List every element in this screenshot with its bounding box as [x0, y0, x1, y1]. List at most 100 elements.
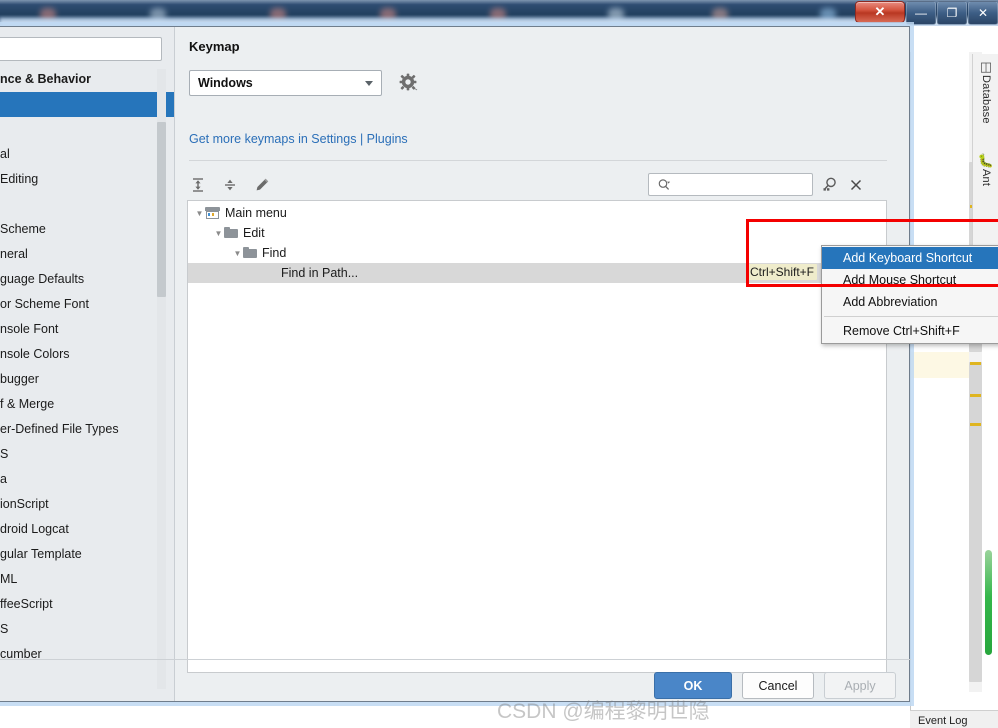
keymap-search-row: [648, 173, 865, 196]
sidebar-item[interactable]: droid Logcat: [0, 517, 174, 542]
nav-scrollbar-thumb[interactable]: [157, 122, 166, 297]
window-controls: — ❐ ✕: [905, 0, 998, 26]
sidebar-item-label: neral: [0, 247, 28, 261]
get-more-keymaps-text: Get more keymaps in: [189, 132, 308, 146]
marker-stripe[interactable]: [970, 394, 981, 397]
sidebar-item-label: ML: [0, 572, 18, 586]
keymap-select-value: Windows: [198, 76, 253, 90]
sidebar-item[interactable]: guage Defaults: [0, 267, 174, 292]
chevron-down-icon[interactable]: ▼: [213, 224, 224, 244]
close-icon[interactable]: [847, 176, 865, 194]
chevron-down-icon[interactable]: ▼: [232, 244, 243, 264]
dialog-close-button[interactable]: ✕: [855, 1, 905, 23]
sidebar-item[interactable]: gular Template: [0, 542, 174, 567]
context-menu-item[interactable]: Add Mouse Shortcut: [822, 269, 998, 291]
context-menu[interactable]: Add Keyboard Shortcut Add Mouse Shortcut A…: [821, 245, 998, 344]
sidebar-item[interactable]: [0, 92, 174, 117]
tree-row[interactable]: ▼ Main menu: [188, 203, 886, 223]
tree-row-label: Find: [262, 246, 287, 260]
folder-icon: [224, 227, 238, 238]
sidebar-item[interactable]: Scheme: [0, 217, 174, 242]
sidebar-item-label: or Scheme Font: [0, 297, 89, 311]
keymap-tree[interactable]: ▼ Main menu ▼ Edit ▼ Find Find in Path... Ctrl…: [187, 200, 887, 673]
keymap-toolbar: [187, 174, 273, 196]
menu-separator: [824, 316, 998, 317]
chevron-down-icon[interactable]: ▼: [194, 204, 205, 224]
expand-all-icon[interactable]: [187, 174, 209, 196]
sidebar-item-label: S: [0, 622, 9, 636]
sidebar-item[interactable]: bugger: [0, 367, 174, 392]
sidebar-item-label: guage Defaults: [0, 272, 85, 286]
sidebar-item-label: f & Merge: [0, 397, 55, 411]
context-menu-item[interactable]: Remove Ctrl+Shift+F: [822, 320, 998, 342]
settings-search-input[interactable]: [0, 37, 162, 61]
collapse-all-icon[interactable]: [219, 174, 241, 196]
main-menu-icon: [205, 207, 220, 219]
pencil-icon[interactable]: [251, 174, 273, 196]
plugins-link[interactable]: Plugins: [367, 132, 408, 146]
sidebar-item-label: ffeeScript: [0, 597, 53, 611]
search-input[interactable]: [673, 176, 803, 193]
context-menu-item[interactable]: Add Abbreviation: [822, 291, 998, 313]
find-by-shortcut-icon[interactable]: [821, 176, 839, 194]
marker-stripe[interactable]: [970, 423, 981, 426]
settings-link[interactable]: Settings: [311, 132, 356, 146]
sidebar-item[interactable]: Editing: [0, 167, 174, 192]
sidebar-item-label: a: [0, 472, 7, 486]
sidebar-item-label: bugger: [0, 372, 39, 386]
sidebar-item-label: gular Template: [0, 547, 82, 561]
close-button[interactable]: ✕: [968, 1, 998, 25]
sidebar-item-label: nce & Behavior: [0, 72, 92, 86]
sidebar-item[interactable]: ffeeScript: [0, 592, 174, 617]
tool-tab-label: Database: [980, 75, 992, 124]
sidebar-item[interactable]: ML: [0, 567, 174, 592]
editor-highlight-band: [911, 352, 969, 378]
tree-row-label: Edit: [243, 226, 265, 240]
sidebar-item[interactable]: [0, 117, 174, 142]
search-input-wrap[interactable]: [648, 173, 813, 196]
sidebar-item[interactable]: nsole Font: [0, 317, 174, 342]
sidebar-item-label: nsole Font: [0, 322, 59, 336]
sidebar-item-label: cumber: [0, 647, 42, 661]
tree-row[interactable]: ▼ Find: [188, 243, 886, 263]
sidebar-item[interactable]: nsole Colors: [0, 342, 174, 367]
minimize-button[interactable]: —: [906, 1, 936, 25]
sidebar-item[interactable]: or Scheme Font: [0, 292, 174, 317]
os-title-bar: — ❐ ✕ ✕: [0, 0, 998, 26]
sidebar-item[interactable]: neral: [0, 242, 174, 267]
chevron-down-icon: [365, 80, 373, 86]
tool-tab-ant[interactable]: 🐛 Ant: [973, 154, 998, 186]
sidebar-item[interactable]: cumber: [0, 642, 174, 667]
restore-button[interactable]: ❐: [937, 1, 967, 25]
sidebar-item[interactable]: al: [0, 142, 174, 167]
sidebar-item[interactable]: f & Merge: [0, 392, 174, 417]
tool-tab-label: Ant: [980, 169, 992, 187]
folder-icon: [243, 247, 257, 258]
link-separator: |: [359, 132, 364, 146]
analysis-status-indicator[interactable]: [985, 550, 992, 655]
editor-text-strip: [911, 52, 969, 692]
context-menu-item[interactable]: Add Keyboard Shortcut: [822, 247, 998, 269]
keymap-page: Keymap Windows Get more keymaps in Setti…: [0, 27, 911, 701]
ant-icon: 🐛: [977, 153, 995, 168]
cancel-button[interactable]: Cancel: [742, 672, 814, 699]
sidebar-item[interactable]: [0, 192, 174, 217]
sidebar-item[interactable]: ionScript: [0, 492, 174, 517]
sidebar-item-label: droid Logcat: [0, 522, 69, 536]
search-icon: [655, 176, 673, 194]
tree-row[interactable]: ▼ Edit: [188, 223, 886, 243]
keymap-select[interactable]: Windows: [189, 70, 382, 96]
sidebar-item[interactable]: er-Defined File Types: [0, 417, 174, 442]
status-event-log[interactable]: Event Log: [918, 715, 968, 727]
scrollbar-thumb-lower[interactable]: [969, 362, 982, 682]
tool-tab-database[interactable]: ◫ Database: [973, 60, 998, 124]
sidebar-item[interactable]: S: [0, 442, 174, 467]
sidebar-item-label: nsole Colors: [0, 347, 70, 361]
sidebar-item[interactable]: a: [0, 467, 174, 492]
footer-divider: [0, 659, 911, 660]
sidebar-item[interactable]: nce & Behavior: [0, 67, 174, 92]
marker-stripe[interactable]: [970, 362, 981, 365]
gear-icon[interactable]: [399, 73, 419, 93]
screen: ❙❙ ◫ Database 🐛 Ant Event Log paces ■: [0, 0, 998, 728]
sidebar-item[interactable]: S: [0, 617, 174, 642]
